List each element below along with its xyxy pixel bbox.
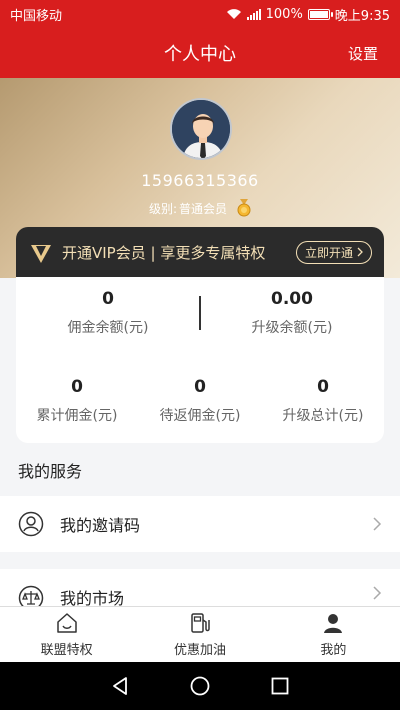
stat-label: 累计佣金(元) (36, 408, 118, 424)
user-icon (324, 614, 343, 633)
vip-banner[interactable]: 开通VIP会员 | 享更多专属特权 立即开通 (16, 227, 384, 277)
medal-icon (237, 199, 251, 217)
stat-label: 升级余额(元) (251, 320, 333, 336)
page-title: 个人中心 (164, 44, 236, 65)
stat-value: 0 (194, 377, 206, 397)
vip-promo-text: 开通VIP会员 | 享更多专属特权 (62, 243, 266, 262)
tab-mine[interactable]: 我的 (267, 607, 400, 662)
battery-percent: 100% (265, 6, 303, 22)
tab-label: 优惠加油 (173, 643, 226, 658)
level-label: 级别: (148, 201, 178, 216)
stat-label: 佣金余额(元) (67, 320, 149, 336)
battery-icon (307, 8, 333, 20)
commission-balance[interactable]: 0 佣金余额(元) (16, 289, 200, 337)
stat-label: 升级总计(元) (282, 408, 364, 424)
stat-value: 0 (102, 289, 114, 309)
total-commission[interactable]: 0 累计佣金(元) (16, 377, 138, 425)
nav-bar: 个人中心 设置 (0, 28, 400, 78)
pending-commission[interactable]: 0 待返佣金(元) (138, 377, 262, 425)
upgrade-total[interactable]: 0 升级总计(元) (262, 377, 384, 425)
avatar-icon (172, 100, 230, 158)
member-level: 级别: 普通会员 (0, 199, 400, 217)
service-label: 我的邀请码 (60, 516, 141, 535)
services-title: 我的服务 (18, 462, 83, 481)
vip-diamond-icon (31, 245, 51, 263)
status-icons: 100% 晚上9:35 (226, 5, 390, 24)
tab-label: 我的 (320, 643, 347, 658)
service-item-my-market[interactable]: 我的市场 (0, 569, 400, 606)
stat-value: 0.00 (271, 289, 313, 309)
bottom-tab-bar: 联盟特权 优惠加油 我的 (0, 606, 400, 662)
home-icon (56, 613, 77, 633)
avatar[interactable] (170, 98, 232, 160)
stat-label: 待返佣金(元) (159, 408, 241, 424)
stat-value: 0 (71, 377, 83, 397)
vip-open-label: 立即开通 (304, 245, 353, 260)
chevron-right-icon (373, 586, 382, 600)
service-item-invite-code[interactable]: 我的邀请码 (0, 496, 400, 552)
clock: 晚上9:35 (334, 8, 390, 24)
service-label: 我的市场 (60, 589, 125, 606)
chevron-right-icon (357, 247, 363, 257)
back-icon[interactable] (108, 674, 132, 698)
tab-discount-fuel[interactable]: 优惠加油 (133, 607, 266, 662)
phone-number: 15966315366 (141, 171, 259, 190)
wifi-icon (226, 9, 241, 19)
earnings-card: 0 佣金余额(元) 0.00 升级余额(元) 0 累计佣金(元) 0 待返佣金(… (16, 277, 384, 443)
tab-alliance-privileges[interactable]: 联盟特权 (0, 607, 133, 662)
system-nav-bar (0, 662, 400, 710)
recents-square-icon[interactable] (268, 674, 292, 698)
vip-open-button[interactable]: 立即开通 (295, 240, 372, 264)
level-value: 普通会员 (179, 201, 228, 216)
settings-button[interactable]: 设置 (348, 43, 378, 64)
chevron-right-icon (373, 517, 382, 531)
carrier-label: 中国移动 (10, 8, 63, 24)
tab-label: 联盟特权 (40, 643, 93, 658)
signal-icon (246, 8, 261, 20)
upgrade-balance[interactable]: 0.00 升级余额(元) (200, 289, 384, 337)
person-circle-icon (18, 511, 44, 537)
home-circle-icon[interactable] (188, 674, 212, 698)
scales-icon (18, 585, 44, 606)
fuel-pump-icon (191, 613, 210, 633)
stat-value: 0 (317, 377, 329, 397)
status-bar: 中国移动 100% 晚上9:35 (0, 0, 400, 28)
